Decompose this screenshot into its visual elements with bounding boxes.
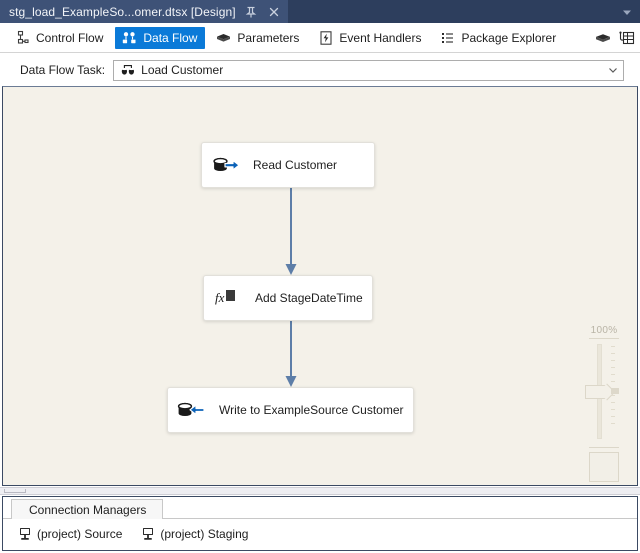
tab-data-flow-label: Data Flow: [143, 30, 198, 45]
zoom-divider-2: [589, 447, 619, 448]
tab-package-explorer-label: Package Explorer: [461, 30, 557, 45]
parameters-icon: [215, 30, 232, 46]
node-read-customer[interactable]: Read Customer: [201, 142, 375, 188]
svg-text:fx: fx: [215, 290, 225, 305]
ssis-data-flow-designer: stg_load_ExampleSo...omer.dtsx [Design]: [0, 0, 640, 553]
zoom-slider[interactable]: [584, 344, 624, 439]
tab-event-handlers-label: Event Handlers: [339, 30, 422, 45]
node-add-stagedatetime[interactable]: fx Add StageDateTime: [203, 275, 373, 321]
tab-package-explorer[interactable]: Package Explorer: [433, 27, 564, 49]
package-box-icon[interactable]: [592, 27, 614, 49]
control-flow-icon: [14, 30, 31, 46]
data-flow-icon: [121, 30, 138, 46]
oledb-destination-icon: [177, 397, 207, 423]
connection-managers-list: (project) Source (project) Staging: [3, 520, 637, 548]
zoom-control[interactable]: 100%: [581, 325, 627, 482]
zoom-slider-marker: [611, 388, 619, 394]
chevron-down-icon[interactable]: [603, 61, 623, 80]
connection-managers-panel: Connection Managers (project) Source (pr…: [2, 496, 638, 551]
connection-managers-header[interactable]: Connection Managers: [11, 499, 163, 519]
data-flow-task-label: Data Flow Task:: [20, 63, 106, 77]
data-flow-surface[interactable]: Read Customer fx Add StageDateTime Write…: [3, 87, 637, 485]
node-read-customer-label: Read Customer: [253, 158, 338, 172]
zoom-percent-label: 100%: [590, 325, 618, 336]
tab-control-flow[interactable]: Control Flow: [8, 27, 111, 49]
tab-control-flow-label: Control Flow: [36, 30, 104, 45]
data-flow-task-icon: [119, 62, 137, 78]
connection-manager-staging-label: (project) Staging: [160, 527, 249, 541]
node-add-stagedatetime-label: Add StageDateTime: [255, 291, 363, 305]
title-bar-spacer: [288, 0, 618, 23]
data-flow-task-bar: Data Flow Task: Load Customer: [0, 54, 640, 86]
zoom-to-fit-button[interactable]: [589, 452, 619, 482]
splitter-grip[interactable]: [4, 489, 26, 493]
node-write-to-examplesource-customer[interactable]: Write to ExampleSource Customer: [167, 387, 414, 433]
connection-manager-source[interactable]: (project) Source: [13, 524, 126, 544]
tab-data-flow[interactable]: Data Flow: [115, 26, 206, 49]
path-read-to-derived[interactable]: [281, 188, 301, 276]
tab-parameters[interactable]: Parameters: [209, 27, 307, 49]
chevron-down-icon[interactable]: [618, 0, 636, 23]
derived-column-icon: fx: [213, 285, 243, 311]
connection-manager-icon: [17, 526, 33, 542]
close-icon[interactable]: [266, 4, 282, 20]
data-flow-task-selected-value: Load Customer: [141, 63, 224, 77]
connection-managers-title: Connection Managers: [29, 502, 147, 517]
document-tab[interactable]: stg_load_ExampleSo...omer.dtsx [Design]: [0, 0, 288, 23]
pin-icon[interactable]: [243, 4, 259, 20]
package-explorer-icon: [439, 30, 456, 46]
variables-grid-icon[interactable]: [616, 27, 638, 49]
connection-manager-source-label: (project) Source: [37, 527, 123, 541]
designer-tab-bar: Control Flow Data Flow Parameters Event …: [0, 23, 640, 53]
tab-event-handlers[interactable]: Event Handlers: [311, 27, 429, 49]
oledb-source-icon: [211, 152, 241, 178]
data-flow-canvas[interactable]: Read Customer fx Add StageDateTime Write…: [2, 86, 638, 486]
document-title-bar: stg_load_ExampleSo...omer.dtsx [Design]: [0, 0, 640, 23]
zoom-slider-thumb[interactable]: [585, 385, 607, 399]
document-tab-title: stg_load_ExampleSo...omer.dtsx [Design]: [9, 4, 236, 19]
connection-manager-staging[interactable]: (project) Staging: [136, 524, 252, 544]
path-derived-to-dest[interactable]: [281, 321, 301, 388]
event-handlers-icon: [317, 30, 334, 46]
connection-manager-icon: [140, 526, 156, 542]
zoom-divider: [589, 338, 619, 339]
panel-splitter[interactable]: [0, 487, 640, 495]
tab-parameters-label: Parameters: [237, 30, 300, 45]
data-flow-task-select[interactable]: Load Customer: [113, 59, 624, 81]
node-write-to-examplesource-customer-label: Write to ExampleSource Customer: [219, 403, 404, 417]
